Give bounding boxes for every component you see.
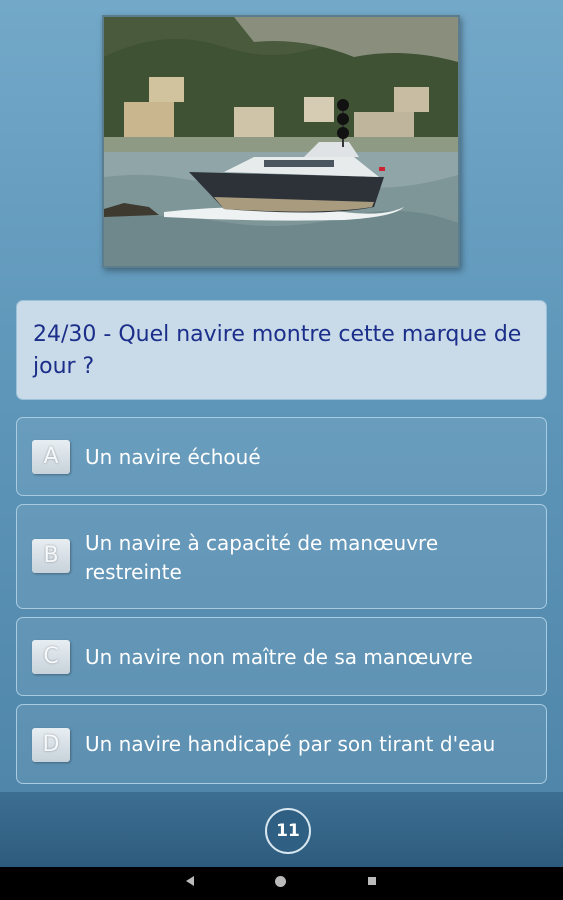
question-text: 24/30 - Quel navire montre cette marque … xyxy=(33,322,522,379)
answer-letter-b: B xyxy=(32,539,70,573)
back-icon[interactable] xyxy=(186,876,194,886)
answer-letter-d: D xyxy=(32,728,70,762)
answer-letter-c: C xyxy=(32,640,70,674)
answer-text-b: Un navire à capacité de manœuvre restrei… xyxy=(85,531,439,584)
question-photo xyxy=(102,15,460,268)
recent-apps-icon[interactable] xyxy=(368,877,376,885)
answer-option-d[interactable]: D Un navire handicapé par son tirant d'e… xyxy=(16,704,547,784)
answer-text-d: Un navire handicapé par son tirant d'eau xyxy=(85,732,496,756)
boat-photo-illustration xyxy=(104,17,458,266)
answer-text-a: Un navire échoué xyxy=(85,445,261,469)
question-box: 24/30 - Quel navire montre cette marque … xyxy=(16,300,547,400)
answer-text-c: Un navire non maître de sa manœuvre xyxy=(85,645,473,669)
answer-option-a[interactable]: A Un navire échoué xyxy=(16,417,547,496)
question-counter-button[interactable]: 11 xyxy=(265,808,311,854)
answer-option-b[interactable]: B Un navire à capacité de manœuvre restr… xyxy=(16,504,547,609)
answer-option-c[interactable]: C Un navire non maître de sa manœuvre xyxy=(16,617,547,696)
home-icon[interactable] xyxy=(275,876,286,887)
answer-letter-a: A xyxy=(32,440,70,474)
